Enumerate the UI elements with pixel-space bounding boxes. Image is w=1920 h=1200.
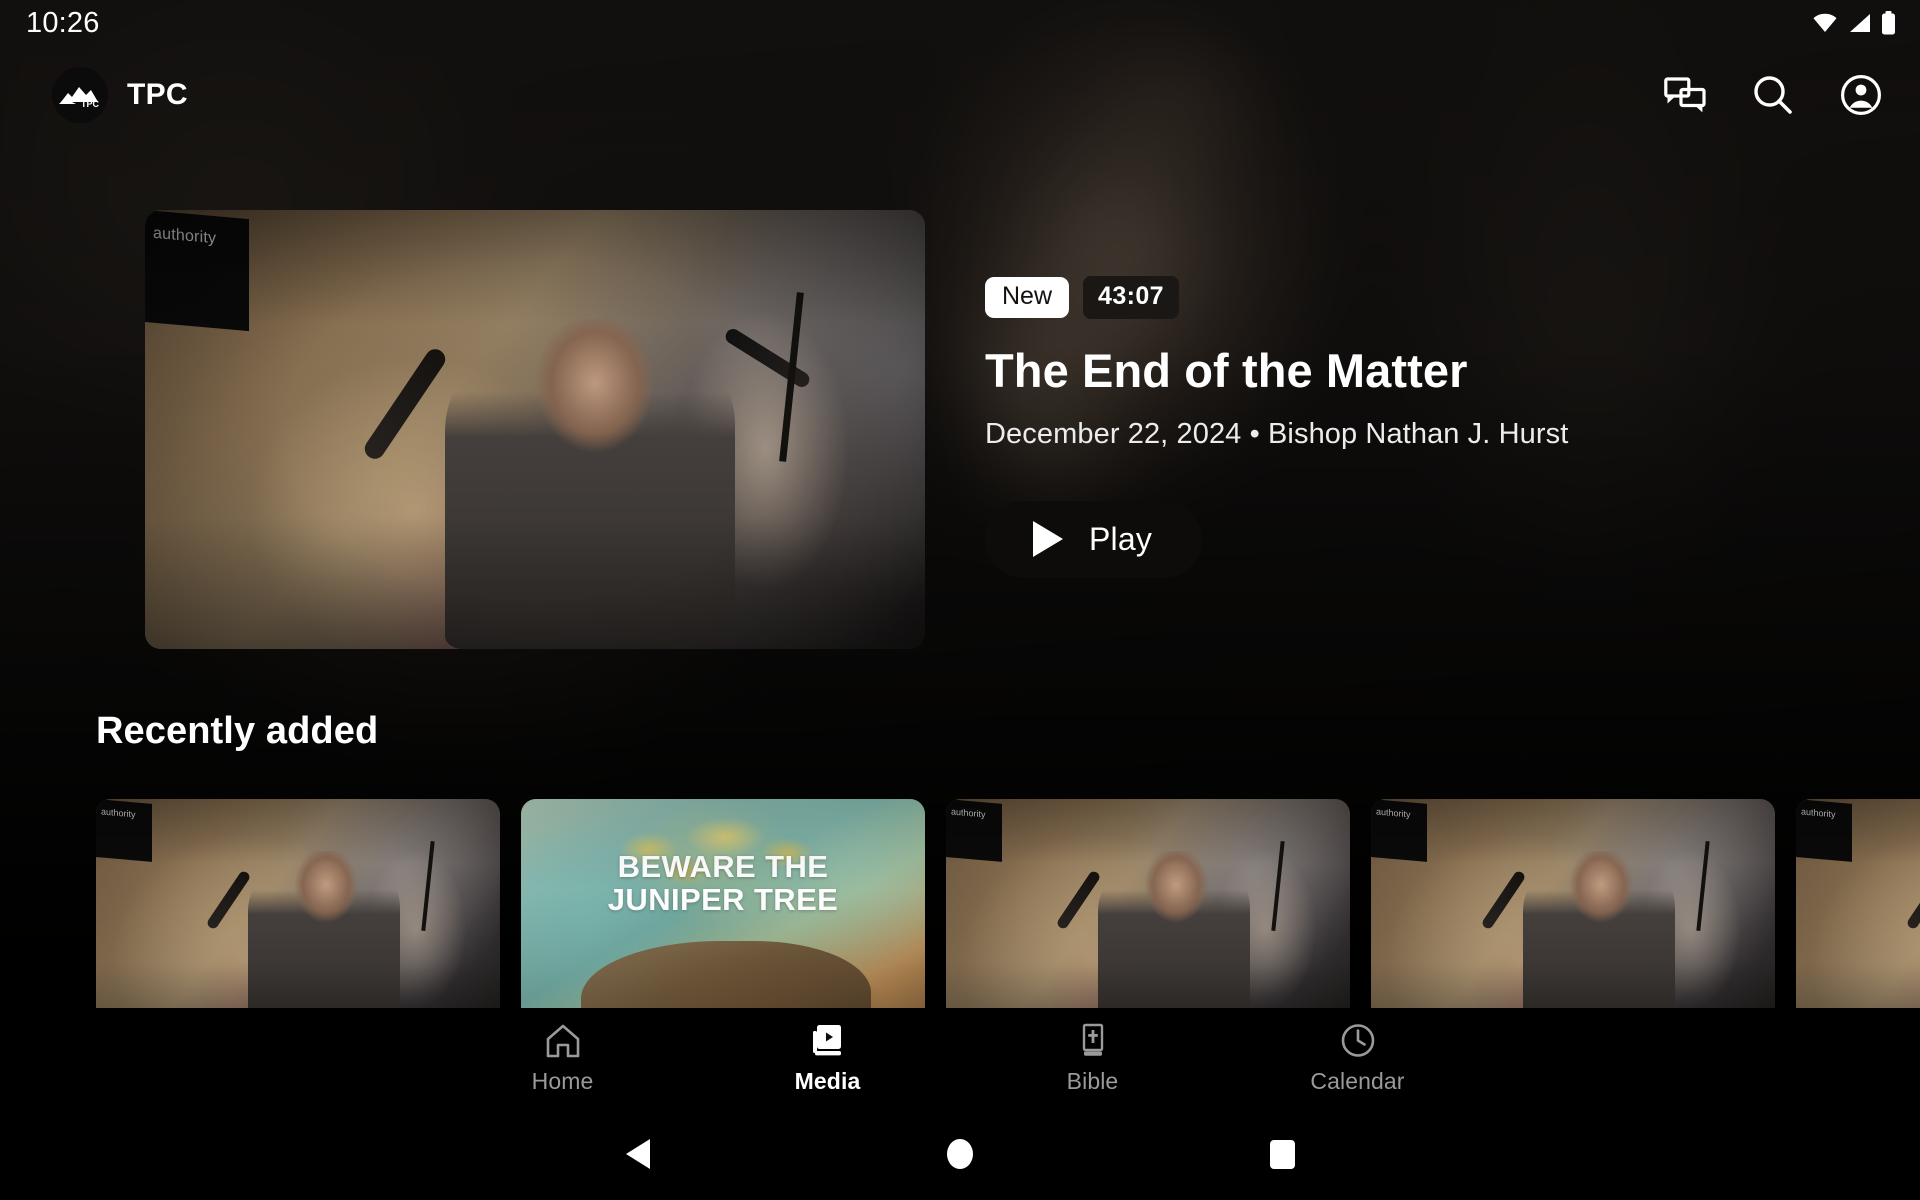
play-button[interactable]: Play (985, 500, 1203, 578)
wifi-icon (1811, 13, 1839, 33)
search-icon[interactable] (1750, 72, 1796, 118)
app-header: TPC TPC (0, 57, 1920, 133)
hero-thumbnail[interactable]: authority (145, 210, 925, 649)
svg-text:TPC: TPC (81, 99, 100, 109)
duration-badge: 43:07 (1083, 276, 1179, 319)
list-item[interactable]: BEWARE THE JUNIPER TREE (521, 799, 925, 1027)
nav-item-calendar[interactable]: Calendar (1225, 1022, 1490, 1095)
list-item[interactable]: authority (1371, 799, 1775, 1027)
status-clock: 10:26 (26, 6, 100, 39)
hero-info: New 43:07 The End of the Matter December… (985, 276, 1568, 578)
play-button-label: Play (1089, 520, 1153, 557)
media-subscriptions-icon (809, 1022, 847, 1060)
app-root: 10:26 TPC TPC New 43:07 The End of the M… (0, 0, 1920, 1200)
status-badge-new: New (985, 277, 1070, 318)
list-item[interactable]: authority (96, 799, 500, 1027)
section-title: Recently added (96, 710, 379, 752)
list-item[interactable]: authority (1796, 799, 1920, 1027)
card-vignette (96, 799, 500, 1027)
hero-section: authority New 43:07 The End of the Matte… (0, 160, 1920, 660)
brand-name: TPC (127, 78, 188, 111)
nav-item-home-label: Home (531, 1067, 594, 1094)
hero-thumbnail-vignette (145, 210, 925, 649)
card-vignette (1371, 799, 1775, 1027)
nav-item-media[interactable]: Media (695, 1022, 960, 1095)
clock-icon (1339, 1022, 1377, 1060)
chat-icon[interactable] (1662, 72, 1708, 118)
list-item[interactable]: authority (946, 799, 1350, 1027)
recently-added-rail[interactable]: authority BEWARE THE JUNIPER TREE (0, 799, 1920, 1027)
card-vignette (946, 799, 1350, 1027)
account-circle-icon[interactable] (1838, 72, 1884, 118)
nav-item-calendar-label: Calendar (1310, 1067, 1405, 1094)
cellular-signal-icon (1848, 13, 1872, 33)
status-bar: 10:26 (0, 0, 1920, 46)
card-vignette (1796, 799, 1920, 1027)
bottom-navigation: Home Media Bible Calendar (0, 1008, 1920, 1108)
nav-item-home[interactable]: Home (430, 1022, 695, 1095)
mountain-logo-icon: TPC (52, 67, 108, 123)
status-icons (1811, 11, 1896, 35)
hero-meta: December 22, 2024 • Bishop Nathan J. Hur… (985, 417, 1569, 450)
recents-square-icon[interactable] (1246, 1118, 1318, 1190)
home-icon (544, 1022, 582, 1060)
brand[interactable]: TPC TPC (52, 67, 188, 123)
page-title: The End of the Matter (985, 344, 1468, 397)
android-system-bar (0, 1108, 1920, 1200)
back-triangle-icon[interactable] (602, 1118, 674, 1190)
bible-book-icon (1074, 1022, 1112, 1060)
home-circle-icon[interactable] (924, 1118, 996, 1190)
header-actions (1662, 72, 1884, 118)
card-vignette (521, 799, 925, 1027)
bottom-navigation-inner: Home Media Bible Calendar (430, 1022, 1490, 1095)
hero-badges: New 43:07 (985, 276, 1179, 319)
recently-added-section: Recently added authority BEWARE THE JUNI… (0, 710, 1920, 1027)
nav-item-bible[interactable]: Bible (960, 1022, 1225, 1095)
battery-icon (1881, 11, 1896, 35)
nav-item-bible-label: Bible (1066, 1067, 1119, 1094)
nav-item-media-label: Media (794, 1067, 861, 1094)
play-triangle-icon (1033, 521, 1063, 558)
